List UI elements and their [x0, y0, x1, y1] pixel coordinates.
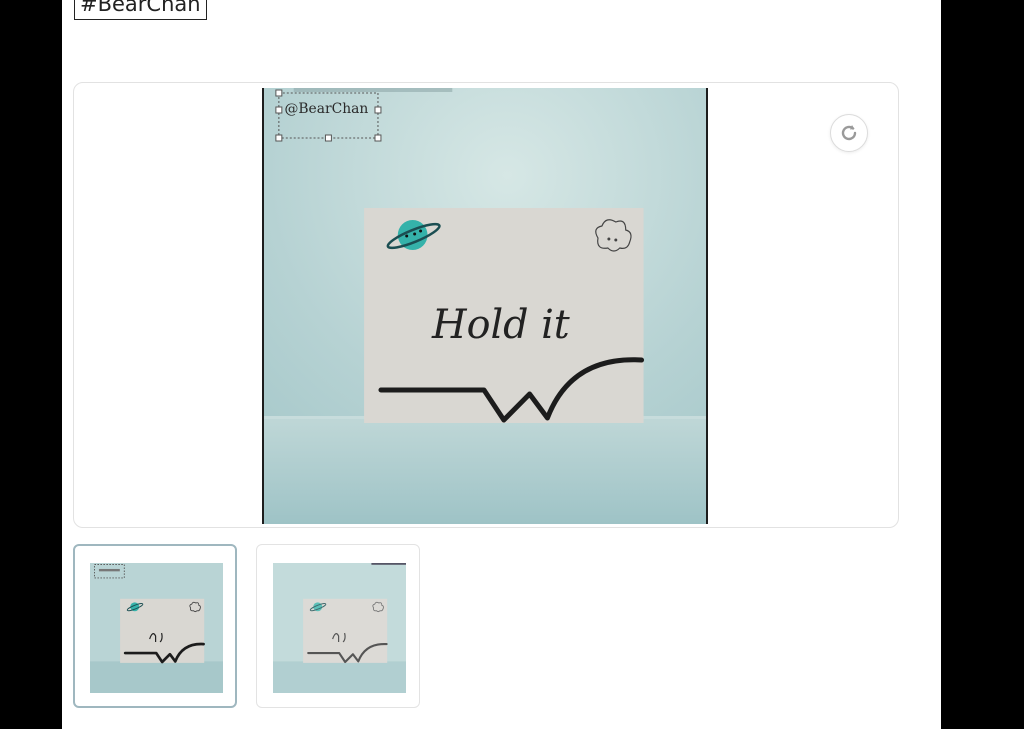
- rotate-icon: [841, 125, 857, 141]
- post-panel: #BearChan Hold it @BearChan: [62, 0, 941, 729]
- main-image[interactable]: Hold it @BearChan: [262, 88, 708, 524]
- hashtag-label[interactable]: #BearChan: [74, 0, 207, 20]
- main-image-art: Hold it @BearChan: [264, 88, 706, 524]
- thumbnail-1[interactable]: [73, 544, 237, 708]
- card-script-text: Hold it: [431, 302, 571, 348]
- thumbnail-2[interactable]: [256, 544, 420, 708]
- thumbnail-1-image: [90, 563, 223, 693]
- image-viewer: Hold it @BearChan: [73, 82, 899, 528]
- rotate-button[interactable]: [830, 114, 868, 152]
- watermark-text: @BearChan: [285, 101, 369, 117]
- thumbnail-2-image: [273, 563, 406, 693]
